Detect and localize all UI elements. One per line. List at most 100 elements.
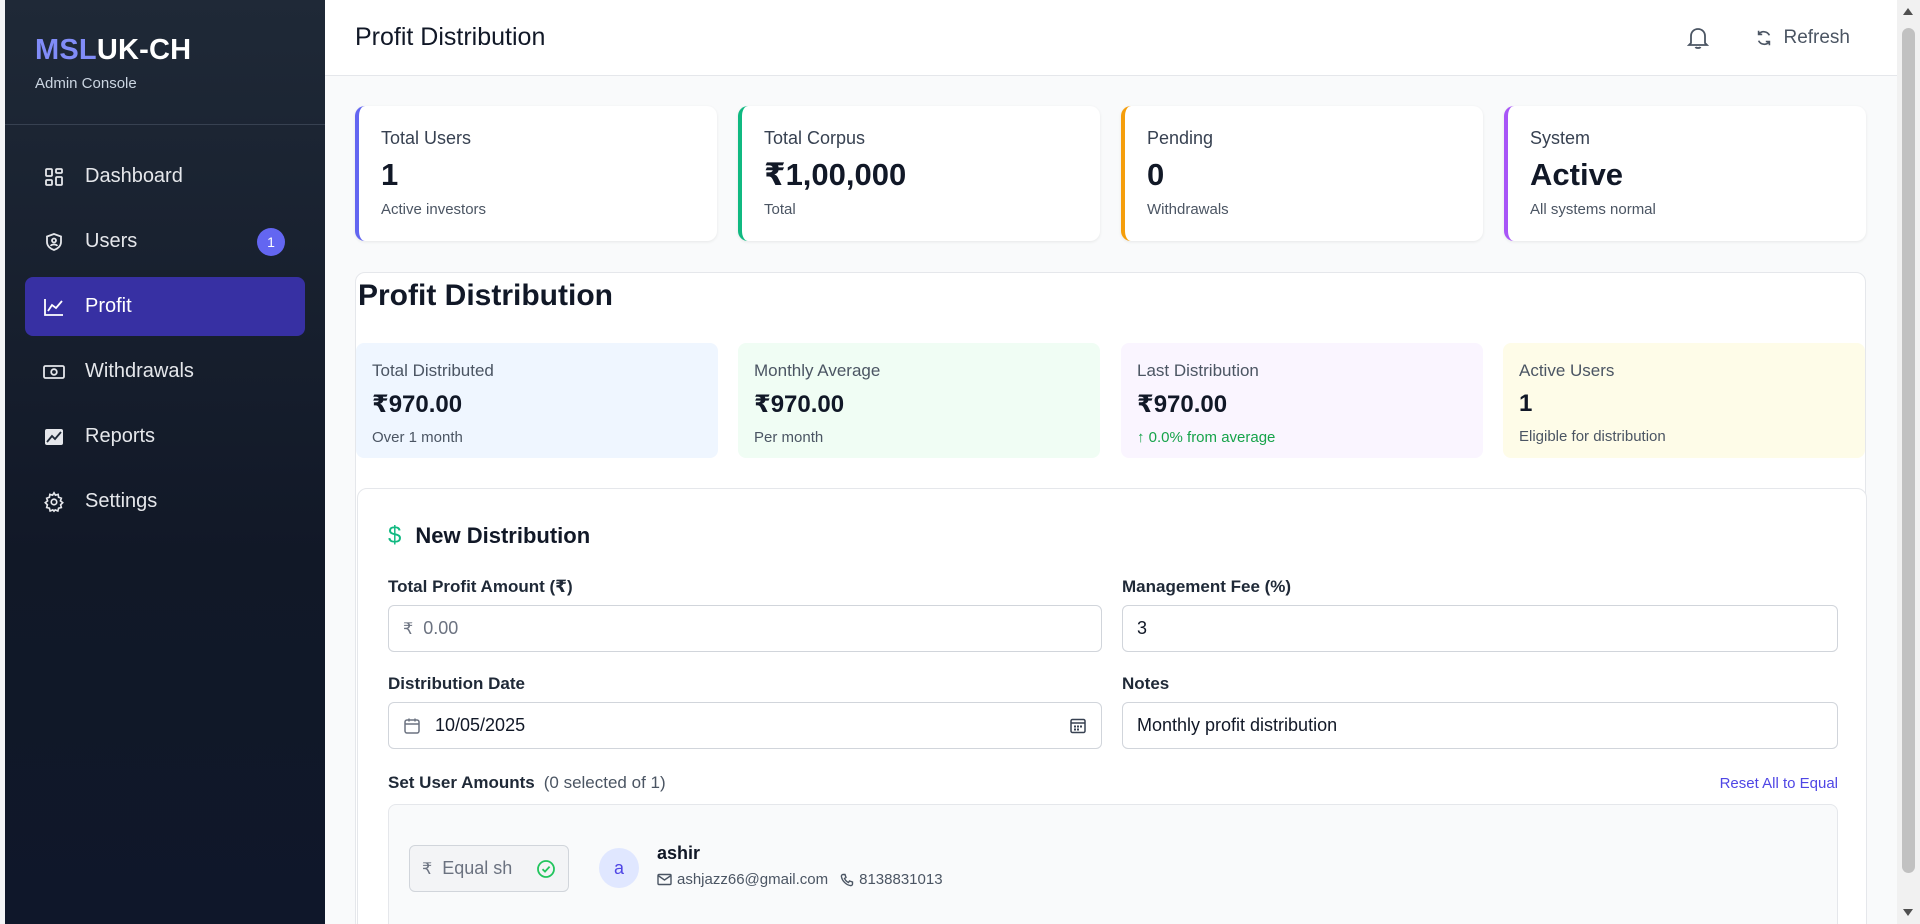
scroll-down-arrow[interactable]: [1903, 909, 1913, 916]
rupee-icon: ₹: [403, 620, 414, 638]
main-content: Profit Distribution Refresh Total Users …: [325, 0, 1897, 924]
user-contact: ashjazz66@gmail.com 8138831013: [657, 871, 943, 888]
stat-value: ₹1,00,000: [764, 157, 907, 192]
cash-icon: [43, 361, 65, 383]
set-user-amounts-label: Set User Amounts: [388, 773, 535, 792]
notes-input[interactable]: [1137, 715, 1823, 736]
sidebar-item-label: Dashboard: [85, 165, 183, 187]
management-fee-field[interactable]: [1122, 605, 1838, 652]
management-fee-input[interactable]: [1137, 618, 1823, 639]
image-chart-icon: [43, 426, 65, 448]
set-user-amounts-header: Set User Amounts (0 selected of 1) Reset…: [388, 773, 1838, 793]
check-circle-icon[interactable]: [536, 859, 556, 879]
user-amount-placeholder: Equal sh: [442, 858, 513, 878]
sidebar-nav: Dashboard Users 1 Profit Withdrawals Rep…: [5, 125, 325, 531]
bell-icon[interactable]: [1683, 23, 1713, 53]
rupee-icon: ₹: [422, 860, 433, 878]
top-bar: Profit Distribution Refresh: [325, 0, 1897, 76]
brand-part1: MSL: [35, 34, 97, 66]
summary-card-total-distributed: Total Distributed ₹970.00 Over 1 month: [356, 343, 718, 458]
sidebar-item-label: Withdrawals: [85, 360, 194, 382]
reset-all-to-equal-link[interactable]: Reset All to Equal: [1720, 775, 1838, 792]
summary-label: Last Distribution: [1137, 361, 1259, 380]
refresh-button[interactable]: Refresh: [1755, 27, 1850, 49]
mail-icon: [657, 873, 672, 886]
notes-label: Notes: [1122, 674, 1170, 693]
distribution-date-input[interactable]: [435, 715, 1069, 736]
summary-card-last-distribution: Last Distribution ₹970.00 ↑ 0.0% from av…: [1121, 343, 1483, 458]
user-phone: 8138831013: [859, 871, 943, 888]
refresh-label: Refresh: [1783, 26, 1850, 48]
sidebar-item-users[interactable]: Users 1: [25, 212, 305, 271]
avatar: a: [599, 848, 639, 888]
user-name: ashir: [657, 843, 701, 863]
gear-icon: [43, 490, 65, 513]
distribution-date-label: Distribution Date: [388, 674, 525, 693]
summary-card-active-users: Active Users 1 Eligible for distribution: [1503, 343, 1865, 458]
stat-card-pending: Pending 0 Withdrawals: [1121, 106, 1483, 241]
summary-sub: Per month: [754, 429, 824, 446]
summary-value: ₹970.00: [1137, 391, 1228, 418]
stat-card-system: System Active All systems normal: [1504, 106, 1866, 241]
stat-label: Total Corpus: [764, 128, 866, 148]
user-amount-field[interactable]: ₹ Equal sh: [409, 845, 569, 892]
refresh-icon: [1758, 30, 1771, 45]
form-title: $ New Distribution: [388, 522, 590, 550]
form-title-text: New Distribution: [415, 523, 591, 548]
brand: MSLUK-CH Admin Console: [5, 0, 325, 125]
sidebar-item-reports[interactable]: Reports: [25, 407, 305, 466]
summary-label: Monthly Average: [754, 361, 881, 380]
stat-sub: Withdrawals: [1147, 201, 1229, 218]
sidebar-item-profit[interactable]: Profit: [25, 277, 305, 336]
grid-icon: [43, 166, 65, 188]
vertical-scrollbar[interactable]: [1897, 0, 1920, 924]
total-profit-field[interactable]: ₹: [388, 605, 1102, 652]
phone-icon: [840, 873, 854, 886]
stat-card-total-corpus: Total Corpus ₹1,00,000 Total: [738, 106, 1100, 241]
stat-sub: Total: [764, 201, 796, 218]
summary-value: 1: [1519, 390, 1533, 417]
stat-label: System: [1530, 128, 1591, 148]
summary-label: Active Users: [1519, 361, 1615, 380]
stat-value: 1: [381, 157, 399, 192]
sidebar-item-label: Reports: [85, 425, 156, 447]
brand-logo[interactable]: MSLUK-CH: [35, 34, 295, 67]
scrollbar-thumb[interactable]: [1902, 28, 1915, 873]
distribution-date-field[interactable]: [388, 702, 1102, 749]
selected-count: (0 selected of 1): [543, 773, 666, 792]
sidebar-item-label: Settings: [85, 490, 158, 512]
stat-card-total-users: Total Users 1 Active investors: [355, 106, 717, 241]
stat-label: Total Users: [381, 128, 472, 148]
user-email: ashjazz66@gmail.com: [677, 871, 829, 888]
sidebar-item-dashboard[interactable]: Dashboard: [25, 147, 305, 206]
sidebar-item-label: Users: [85, 230, 138, 252]
profit-distribution-panel: Profit Distribution Total Distributed ₹9…: [355, 272, 1867, 924]
summary-value: ₹970.00: [754, 391, 845, 418]
stat-value: 0: [1147, 157, 1165, 192]
sidebar-item-settings[interactable]: Settings: [25, 472, 305, 531]
new-distribution-form: $ New Distribution Total Profit Amount (…: [357, 488, 1867, 924]
summary-sub-trend: ↑ 0.0% from average: [1137, 429, 1276, 446]
notes-field[interactable]: [1122, 702, 1838, 749]
brand-part2: UK-CH: [96, 34, 192, 66]
sidebar-item-withdrawals[interactable]: Withdrawals: [25, 342, 305, 401]
summary-sub: Eligible for distribution: [1519, 428, 1666, 445]
sidebar: MSLUK-CH Admin Console Dashboard Users 1…: [5, 0, 325, 924]
summary-sub: Over 1 month: [372, 429, 463, 446]
panel-title: Profit Distribution: [358, 279, 613, 312]
summary-card-monthly-average: Monthly Average ₹970.00 Per month: [738, 343, 1100, 458]
shield-user-icon: [43, 231, 65, 253]
summary-label: Total Distributed: [372, 361, 494, 380]
trend-line-icon: [43, 296, 65, 318]
brand-subtitle: Admin Console: [35, 75, 137, 92]
user-amounts-list: ₹ Equal sh a ashir ashjazz66@gmail.com 8…: [388, 804, 1838, 924]
date-picker-icon[interactable]: [1069, 717, 1087, 735]
sidebar-item-label: Profit: [85, 295, 132, 317]
scroll-up-arrow[interactable]: [1903, 8, 1913, 15]
stat-sub: Active investors: [381, 201, 487, 218]
calendar-icon: [403, 717, 421, 735]
management-fee-label: Management Fee (%): [1122, 577, 1292, 596]
stat-value: Active: [1530, 157, 1624, 192]
summary-value: ₹970.00: [372, 391, 463, 418]
total-profit-input[interactable]: [423, 618, 1087, 639]
